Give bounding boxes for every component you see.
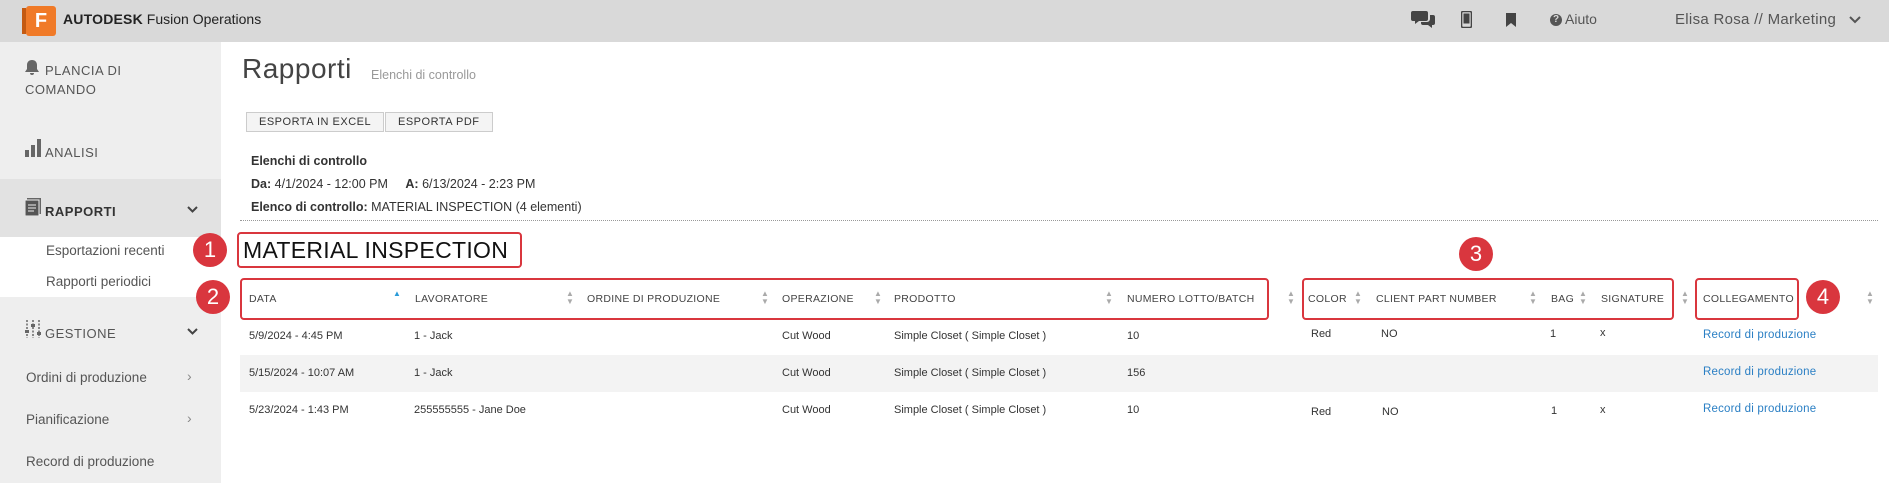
chevron-right-icon: › [187, 410, 192, 426]
chevron-down-icon [1848, 11, 1861, 28]
sidebar-link-planning[interactable]: Pianificazione [26, 412, 109, 427]
annotation-box-2 [240, 278, 1269, 320]
cell-signature: x [1600, 327, 1606, 339]
to-label: A: [405, 177, 419, 191]
cell-client-part: NO [1381, 328, 1398, 340]
cell-lot: 156 [1127, 367, 1146, 379]
table-row: 5/9/2024 - 4:45 PM 1 - Jack Cut Wood Sim… [240, 318, 1878, 355]
annotation-box-4 [1695, 278, 1799, 320]
date-range: Da: 4/1/2024 - 12:00 PM A: 6/13/2024 - 2… [251, 177, 535, 191]
sidebar-label-management: GESTIONE [45, 326, 117, 341]
annotation-badge-3: 3 [1459, 237, 1493, 271]
sidebar-item-management[interactable]: GESTIONE [25, 320, 116, 341]
bar-chart-icon [25, 139, 45, 160]
bookmark-icon[interactable] [1506, 12, 1516, 32]
sort-icon[interactable]: ▲ ▼ [1681, 290, 1689, 306]
sidebar-label-dashboard-2: COMANDO [25, 82, 97, 97]
cell-color: Red [1311, 328, 1332, 340]
document-icon [24, 198, 45, 219]
cell-bag: 1 [1551, 405, 1558, 417]
cell-product: Simple Closet ( Simple Closet ) [894, 330, 1047, 342]
cell-lot: 10 [1127, 404, 1140, 416]
sidebar-label-dashboard-1: PLANCIA DI [45, 63, 122, 78]
list-label: Elenco di controllo: [251, 200, 368, 214]
sidebar-item-reports[interactable]: RAPPORTI [24, 198, 117, 219]
annotation-badge-4: 4 [1806, 280, 1840, 314]
cell-date: 5/15/2024 - 10:07 AM [249, 367, 355, 379]
cell-product: Simple Closet ( Simple Closet ) [894, 404, 1047, 416]
cell-product: Simple Closet ( Simple Closet ) [894, 367, 1047, 379]
sliders-icon [25, 320, 45, 341]
cell-color: Red [1311, 406, 1332, 418]
cell-signature: x [1600, 404, 1606, 416]
sidebar-item-dashboard[interactable]: PLANCIA DI [25, 60, 122, 78]
bell-icon [25, 60, 45, 78]
production-record-link[interactable]: Record di produzione [1703, 366, 1816, 378]
help-label: Aiuto [1565, 11, 1597, 27]
chevron-down-icon[interactable] [187, 325, 198, 339]
cell-operation: Cut Wood [782, 367, 831, 379]
table-row: 5/23/2024 - 1:43 PM 255555555 - Jane Doe… [240, 392, 1878, 429]
cell-worker: 255555555 - Jane Doe [414, 404, 526, 416]
sidebar-link-production-records[interactable]: Record di produzione [26, 454, 154, 469]
annotation-box-1 [237, 232, 522, 268]
cell-operation: Cut Wood [782, 330, 831, 342]
chat-icon[interactable] [1411, 9, 1435, 34]
sort-icon[interactable]: ▲ ▼ [1866, 290, 1874, 306]
sidebar-link-production-orders[interactable]: Ordini di produzione [26, 370, 147, 385]
cell-client-part: NO [1382, 406, 1399, 418]
top-bar: F AUTODESK Fusion Operations ? Aiuto Elis… [0, 0, 1889, 42]
info-heading: Elenchi di controllo [251, 154, 367, 168]
sidebar-item-analytics[interactable]: ANALISI [25, 139, 98, 160]
app-logo[interactable]: F [22, 6, 56, 36]
page-subtitle: Elenchi di controllo [371, 68, 476, 82]
sidebar: PLANCIA DI COMANDO ANALISI RAPPORTI Espo… [0, 42, 221, 483]
annotation-badge-1: 1 [193, 233, 227, 267]
sort-icon[interactable]: ▲ ▼ [1287, 290, 1295, 306]
from-label: Da: [251, 177, 272, 191]
from-value: 4/1/2024 - 12:00 PM [274, 177, 388, 191]
chevron-right-icon: › [187, 368, 192, 384]
help-link[interactable]: ? Aiuto [1550, 11, 1597, 27]
sidebar-label-reports: RAPPORTI [45, 204, 117, 219]
cell-worker: 1 - Jack [414, 330, 453, 342]
user-label: Elisa Rosa // Marketing [1675, 11, 1837, 28]
user-menu[interactable]: Elisa Rosa // Marketing [1675, 11, 1861, 28]
production-record-link[interactable]: Record di produzione [1703, 403, 1816, 415]
divider [240, 220, 1878, 221]
sidebar-label-analytics: ANALISI [45, 145, 99, 160]
help-icon: ? [1550, 14, 1562, 27]
page-title: Rapporti [242, 53, 352, 84]
brand-name: AUTODESK Fusion Operations [63, 11, 261, 27]
cell-lot: 10 [1127, 330, 1140, 342]
chevron-down-icon[interactable] [187, 203, 198, 217]
cell-operation: Cut Wood [782, 404, 831, 416]
cell-date: 5/23/2024 - 1:43 PM [249, 404, 349, 416]
checklist-info: Elenco di controllo: MATERIAL INSPECTION… [251, 200, 582, 214]
sidebar-sub-periodic-reports[interactable]: Rapporti periodici [46, 274, 151, 289]
annotation-box-3 [1302, 278, 1674, 320]
export-pdf-button[interactable]: ESPORTA PDF [385, 112, 493, 132]
cell-worker: 1 - Jack [414, 367, 453, 379]
annotation-badge-2: 2 [196, 280, 230, 314]
production-record-link[interactable]: Record di produzione [1703, 329, 1816, 341]
brand-bold: AUTODESK [63, 11, 143, 27]
list-value: MATERIAL INSPECTION (4 elementi) [371, 200, 582, 214]
to-value: 6/13/2024 - 2:23 PM [422, 177, 536, 191]
table-row: 5/15/2024 - 10:07 AM 1 - Jack Cut Wood S… [240, 355, 1878, 392]
brand-rest: Fusion Operations [142, 11, 262, 27]
sidebar-sub-recent-exports[interactable]: Esportazioni recenti [46, 243, 165, 258]
mobile-icon[interactable] [1460, 10, 1473, 33]
export-excel-button[interactable]: ESPORTA IN EXCEL [246, 112, 385, 132]
cell-date: 5/9/2024 - 4:45 PM [249, 330, 343, 342]
cell-bag: 1 [1550, 328, 1557, 340]
